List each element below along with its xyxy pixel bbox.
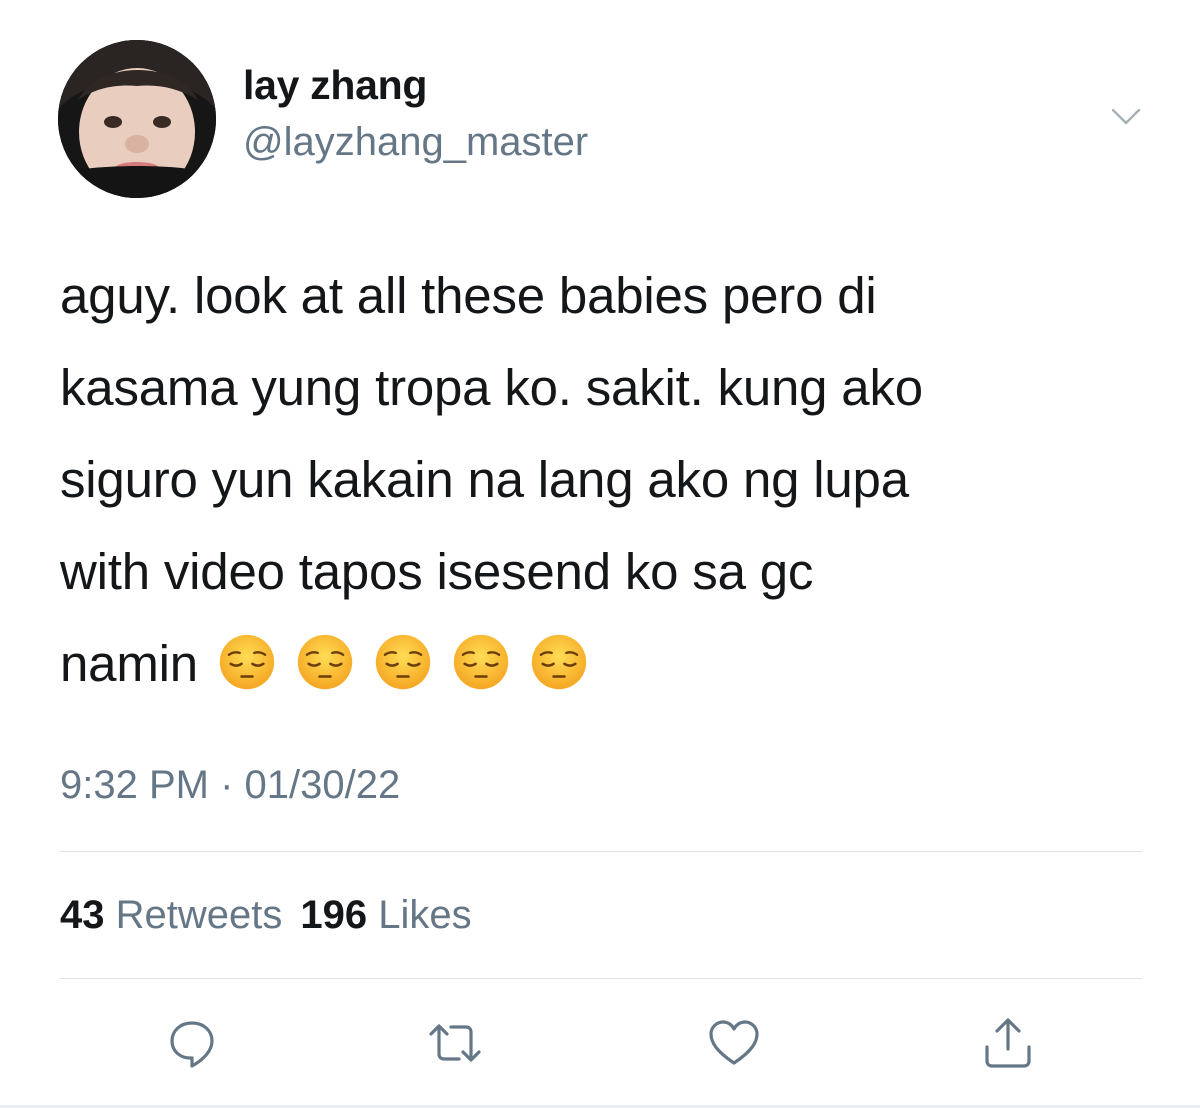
divider [60, 851, 1142, 852]
tweet-text-line: with video tapos isesend ko sa gc [60, 543, 814, 600]
share-button[interactable] [973, 1008, 1043, 1078]
heart-icon [709, 1020, 759, 1065]
avatar-image [58, 40, 216, 198]
more-options-button[interactable] [1104, 100, 1148, 134]
avatar[interactable] [58, 40, 216, 198]
retweets-label[interactable]: Retweets [116, 893, 283, 937]
likes-label[interactable]: Likes [378, 893, 471, 937]
user-handle[interactable]: @layzhang_master [243, 120, 588, 165]
retweet-button[interactable] [420, 1008, 490, 1078]
share-icon [985, 1018, 1031, 1068]
display-name[interactable]: lay zhang [243, 62, 427, 109]
reply-button[interactable] [157, 1008, 227, 1078]
reply-icon [170, 1021, 214, 1068]
pensive-face-icon [375, 634, 431, 690]
pensive-face-icon [531, 634, 587, 690]
emoji-row [218, 633, 588, 691]
tweet-timestamp[interactable]: 9:32 PM · 01/30/22 [60, 763, 400, 808]
retweets-count[interactable]: 43 [60, 893, 105, 937]
likes-count[interactable]: 196 [300, 893, 367, 937]
tweet-text: aguy. look at all these babies pero di k… [60, 250, 1150, 710]
pensive-face-icon [453, 634, 509, 690]
engagement-stats: 43 Retweets 196 Likes [60, 893, 472, 938]
tweet-text-line: namin [60, 635, 198, 692]
action-bar [0, 1008, 1200, 1078]
divider [60, 978, 1142, 979]
pensive-face-icon [219, 634, 275, 690]
tweet-text-line: aguy. look at all these babies pero di [60, 267, 877, 324]
tweet-text-line: siguro yun kakain na lang ako ng lupa [60, 451, 909, 508]
tweet-card: lay zhang @layzhang_master aguy. look at… [0, 0, 1200, 1108]
like-button[interactable] [699, 1008, 769, 1078]
tweet-text-line: kasama yung tropa ko. sakit. kung ako [60, 359, 923, 416]
tweet-text-last-line: namin [60, 618, 1150, 710]
retweet-icon [429, 1024, 481, 1062]
pensive-face-icon [297, 634, 353, 690]
chevron-down-icon [1111, 108, 1141, 125]
